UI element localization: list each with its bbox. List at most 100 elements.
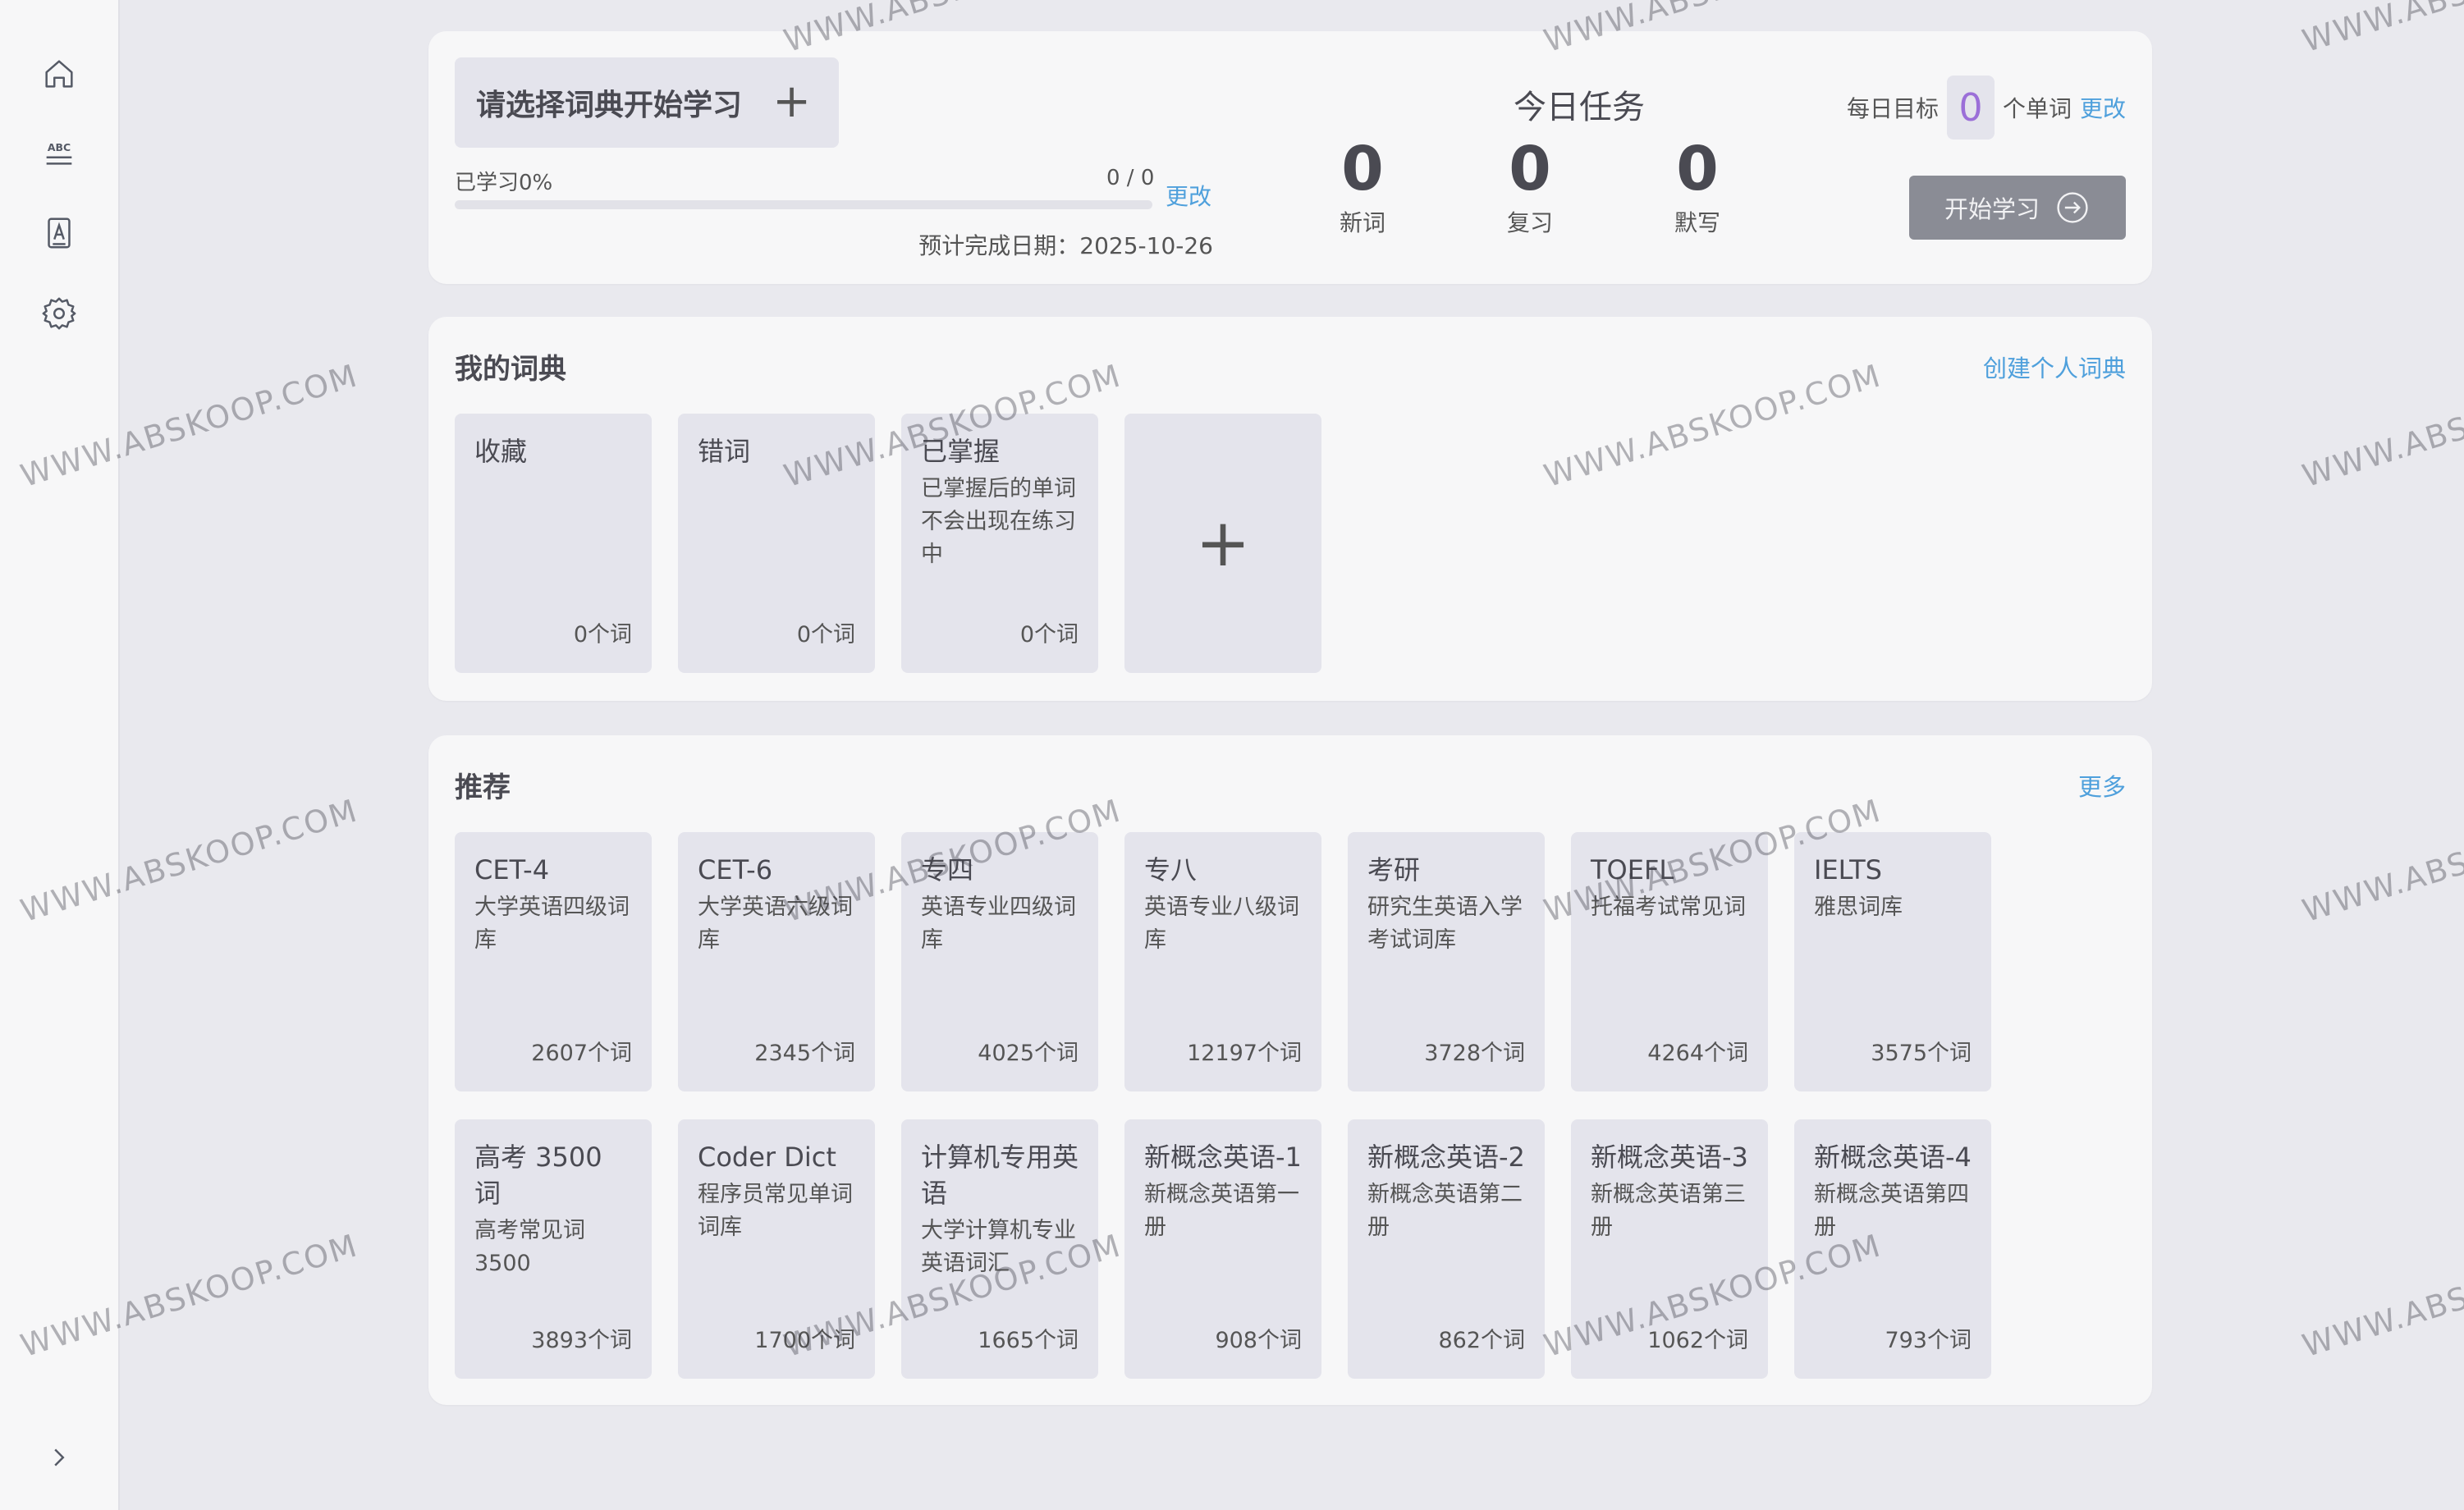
task-panel: 请选择词典开始学习 + 已学习0% 0 / 0 更改 预计完成日期：2025-1…	[428, 31, 2152, 284]
dict-card-desc: 程序员常见单词词库	[698, 1182, 853, 1240]
start-learning-label: 开始学习	[1944, 195, 2040, 223]
dict-card-desc: 研究生英语入学考试词库	[1367, 895, 1523, 953]
abc-icon[interactable]: ABC	[36, 130, 82, 176]
dict-card-count: 908个词	[1215, 1328, 1302, 1353]
stat-dictation-value: 0	[1676, 134, 1719, 204]
dict-card-title: 新概念英语-3	[1591, 1142, 1748, 1173]
dict-card-desc: 新概念英语第四册	[1814, 1182, 1969, 1240]
dict-card[interactable]: 新概念英语-1 新概念英语第一册 908个词	[1124, 1119, 1321, 1379]
dict-card[interactable]: 专八英语专业八级词库 12197个词	[1124, 832, 1321, 1091]
dict-card-desc: 已掌握后的单词不会出现在练习中	[921, 476, 1076, 567]
dict-card-title: 考研	[1367, 854, 1421, 885]
dict-card[interactable]: 考研研究生英语入学考试词库 3728个词	[1348, 832, 1545, 1091]
dict-card-count: 862个词	[1438, 1328, 1525, 1353]
chevron-right-icon[interactable]	[36, 1434, 82, 1480]
dict-card-title: 专八	[1144, 854, 1198, 885]
plus-icon: +	[1195, 505, 1251, 581]
start-learning-button[interactable]: 开始学习	[1909, 176, 2126, 240]
dict-card-desc: 雅思词库	[1814, 895, 1903, 920]
watermark-text: WWW.ABSKOOP.COM	[2298, 357, 2464, 495]
recommend-list: CET-4 大学英语四级词库 2607个词 CET-6 大学英语六级词库 2345个词 专四…	[455, 832, 2014, 1379]
create-dict-link[interactable]: 创建个人词典	[1983, 350, 2126, 384]
dict-card-desc: 托福考试常见词	[1591, 895, 1746, 920]
dict-card-count: 1665个词	[978, 1328, 1079, 1353]
dict-card-title: IELTS	[1814, 854, 1882, 885]
my-dicts-list: 收藏 0个词 错词 0个词 已掌握 已掌握后的单词不会出现在练习中 0个词 +	[455, 414, 2014, 673]
dict-card-count: 4264个词	[1647, 1041, 1748, 1066]
dict-card-title: 错词	[698, 436, 751, 467]
stat-dictation-label: 默写	[1674, 209, 1720, 236]
dict-card-title: 收藏	[474, 436, 528, 467]
dict-card-count: 2607个词	[531, 1041, 632, 1066]
dict-card[interactable]: 计算机专用英语 大学计算机专业英语词汇 1665个词	[901, 1119, 1098, 1379]
goal-prefix: 每日目标	[1846, 95, 1939, 122]
goal-value[interactable]: 0	[1946, 76, 1995, 140]
select-dict-label: 请选择词典开始学习	[476, 89, 743, 122]
arrow-circle-right-icon	[2057, 192, 2088, 223]
stat-dictation: 0 默写	[1640, 136, 1755, 238]
dict-card-desc: 新概念英语第一册	[1144, 1182, 1299, 1240]
goal-suffix: 个单词	[2002, 95, 2072, 122]
dict-card[interactable]: Coder Dict 程序员常见单词词库 1700个词	[678, 1119, 875, 1379]
svg-text:ABC: ABC	[48, 141, 71, 153]
dict-card-count: 3893个词	[531, 1328, 632, 1353]
dict-card[interactable]: 新概念英语-4 新概念英语第四册 793个词	[1794, 1119, 1991, 1379]
stat-review: 0 复习	[1472, 136, 1587, 238]
book-icon[interactable]	[36, 210, 82, 256]
dict-card-desc: 英语专业四级词库	[921, 895, 1076, 953]
my-dicts-panel: 我的词典 创建个人词典 收藏 0个词 错词 0个词 已掌握 已掌握后的单词不会出…	[428, 317, 2152, 701]
dict-card[interactable]: IELTS 雅思词库 3575个词	[1794, 832, 1991, 1091]
stat-new-label: 新词	[1339, 209, 1385, 236]
goal-change-link[interactable]: 更改	[2080, 91, 2126, 124]
my-dicts-title: 我的词典	[455, 353, 566, 386]
dict-card[interactable]: 专四英语专业四级词库 4025个词	[901, 832, 1098, 1091]
recommend-panel: 推荐 更多 CET-4 大学英语四级词库 2607个词 CET-6 大学英语六级词库 23…	[428, 735, 2152, 1405]
dict-card[interactable]: 新概念英语-3 新概念英语第三册 1062个词	[1571, 1119, 1768, 1379]
dict-card-title: CET-4	[474, 854, 550, 885]
dict-card-count: 12197个词	[1187, 1041, 1302, 1066]
daily-goal: 每日目标 0 个单词 更改	[1847, 76, 2126, 140]
progress-label: 已学习0%	[455, 171, 553, 195]
dict-card[interactable]: TOEFL 托福考试常见词 4264个词	[1571, 832, 1768, 1091]
watermark-text: WWW.ABSKOOP.COM	[2298, 792, 2464, 930]
dict-card-desc: 新概念英语第二册	[1367, 1182, 1523, 1240]
dict-card-count: 1700个词	[754, 1328, 855, 1353]
add-dict-button[interactable]: +	[1124, 414, 1321, 673]
plus-icon: +	[772, 75, 811, 128]
select-dict-button[interactable]: 请选择词典开始学习 +	[455, 57, 839, 148]
today-task-title: 今日任务	[1514, 89, 1645, 126]
more-link[interactable]: 更多	[2078, 768, 2126, 803]
dict-card-count: 4025个词	[978, 1041, 1079, 1066]
dict-card-desc: 新概念英语第三册	[1591, 1182, 1746, 1240]
eta-date: 预计完成日期：2025-10-26	[918, 232, 1213, 259]
dict-card-title: 已掌握	[921, 436, 1001, 467]
dict-card[interactable]: 高考 3500 词高考常见词 3500 3893个词	[455, 1119, 652, 1379]
dict-card-count: 3575个词	[1871, 1041, 1972, 1066]
dict-card[interactable]: CET-6 大学英语六级词库 2345个词	[678, 832, 875, 1091]
dict-card-count: 3728个词	[1424, 1041, 1525, 1066]
dict-card-title: 新概念英语-2	[1367, 1142, 1525, 1173]
stat-review-value: 0	[1509, 134, 1551, 204]
change-plan-link[interactable]: 更改	[1166, 179, 1211, 212]
dict-card-title: 新概念英语-1	[1144, 1142, 1302, 1173]
gear-icon[interactable]	[36, 291, 82, 336]
dict-card-favorites[interactable]: 收藏 0个词	[455, 414, 652, 673]
dict-card-mistakes[interactable]: 错词 0个词	[678, 414, 875, 673]
dict-card-count: 0个词	[573, 622, 632, 647]
dict-card-title: 新概念英语-4	[1814, 1142, 1972, 1173]
dict-card[interactable]: 新概念英语-2 新概念英语第二册 862个词	[1348, 1119, 1545, 1379]
dict-card-desc: 大学计算机专业英语词汇	[921, 1218, 1076, 1276]
dict-card-title: 专四	[921, 854, 974, 885]
dict-card-title: CET-6	[698, 854, 773, 885]
dict-card-desc: 大学英语四级词库	[474, 895, 630, 953]
dict-card-count: 793个词	[1885, 1328, 1972, 1353]
dict-card-desc: 英语专业八级词库	[1144, 895, 1299, 953]
home-icon[interactable]	[36, 51, 82, 97]
stat-review-label: 复习	[1506, 209, 1553, 236]
stat-new: 0 新词	[1305, 136, 1420, 238]
dict-card-count: 0个词	[796, 622, 855, 647]
recommend-title: 推荐	[455, 771, 511, 804]
dict-card-desc: 大学英语六级词库	[698, 895, 853, 953]
dict-card[interactable]: CET-4 大学英语四级词库 2607个词	[455, 832, 652, 1091]
dict-card-mastered[interactable]: 已掌握 已掌握后的单词不会出现在练习中 0个词	[901, 414, 1098, 673]
